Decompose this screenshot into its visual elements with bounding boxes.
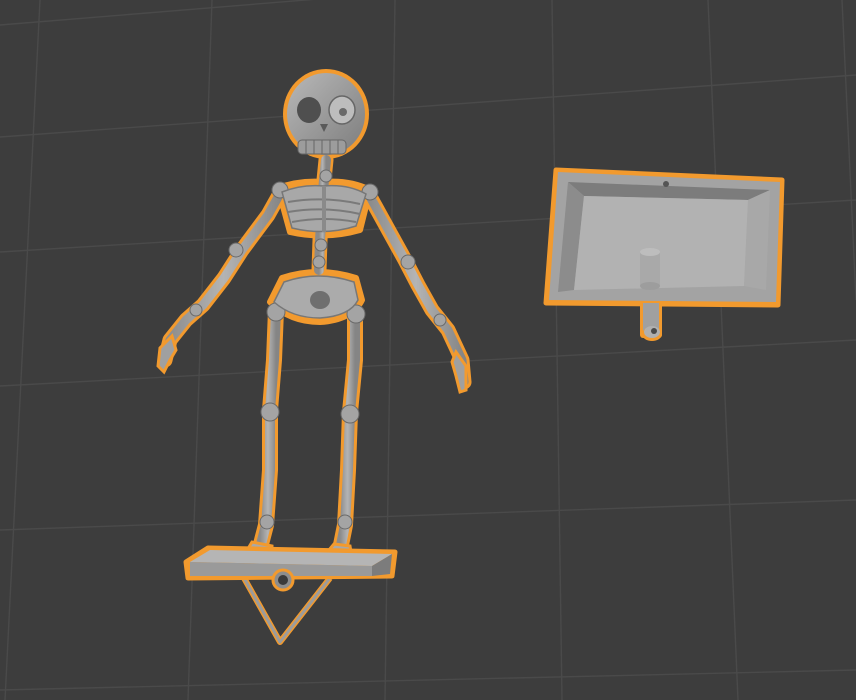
box-bottom-peg: [640, 302, 662, 341]
skeleton-object[interactable]: [156, 69, 472, 560]
viewport-grid: [0, 0, 856, 700]
box-top-hole: [663, 181, 669, 187]
box-interior-floor: [574, 196, 748, 290]
box-interior-right: [744, 190, 770, 290]
ribcage: [281, 184, 367, 233]
stand-base-object[interactable]: [183, 545, 398, 645]
box-enclosure-object[interactable]: [543, 167, 785, 341]
left-hand: [156, 333, 178, 375]
box-peg: [640, 248, 660, 290]
viewport-scene[interactable]: [0, 0, 856, 700]
3d-viewport[interactable]: [0, 0, 856, 700]
skull: [287, 73, 365, 155]
